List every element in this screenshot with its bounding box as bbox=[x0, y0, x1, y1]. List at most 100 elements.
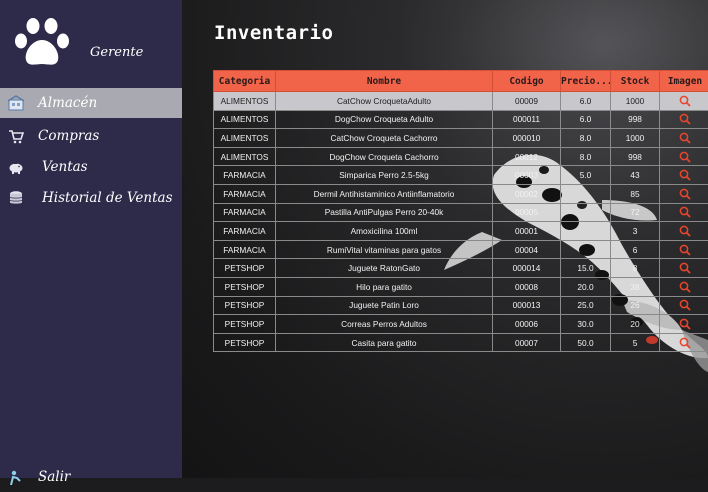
column-header-precio[interactable]: Precio... bbox=[561, 71, 611, 92]
inventory-table: Categoria Nombre Codigo Precio... Stock … bbox=[213, 70, 708, 352]
column-header-categoria[interactable]: Categoria bbox=[214, 71, 276, 92]
cell-code: 00009 bbox=[493, 92, 561, 111]
cell-stock: 998 bbox=[611, 110, 660, 129]
cell-category: FARMACIA bbox=[214, 166, 276, 185]
nav-item-historial[interactable]: Historial de Ventas bbox=[0, 183, 182, 213]
cell-imagen[interactable] bbox=[660, 166, 708, 185]
table-row[interactable]: FARMACIAAmoxicilina 100ml000013 bbox=[214, 222, 708, 241]
cell-code: 000014 bbox=[493, 259, 561, 278]
cell-imagen[interactable] bbox=[660, 129, 708, 148]
cell-imagen[interactable] bbox=[660, 110, 708, 129]
magnifier-icon[interactable] bbox=[679, 151, 691, 163]
cell-price: 5.0 bbox=[561, 166, 611, 185]
cell-price bbox=[561, 222, 611, 241]
cell-code: 00004 bbox=[493, 240, 561, 259]
table-row[interactable]: PETSHOPCorreas Perros Adultos0000630.020 bbox=[214, 315, 708, 334]
cell-code: 00002 bbox=[493, 184, 561, 203]
table-row[interactable]: FARMACIAPastilla AntiPulgas Perro 20-40k… bbox=[214, 203, 708, 222]
column-header-stock[interactable]: Stock bbox=[611, 71, 660, 92]
cell-stock: 8 bbox=[611, 259, 660, 278]
magnifier-icon[interactable] bbox=[679, 132, 691, 144]
cell-code: 00003 bbox=[493, 166, 561, 185]
sidebar: Gerente Almacén Compras Ventas Historial… bbox=[0, 0, 182, 478]
magnifier-icon[interactable] bbox=[679, 113, 691, 125]
warehouse-icon bbox=[8, 95, 24, 111]
cell-name: DogChow Croqueta Cachorro bbox=[276, 147, 493, 166]
cell-category: ALIMENTOS bbox=[214, 92, 276, 111]
cell-price: 25.0 bbox=[561, 296, 611, 315]
cell-price: 30.0 bbox=[561, 315, 611, 334]
cell-imagen[interactable] bbox=[660, 147, 708, 166]
cell-imagen[interactable] bbox=[660, 296, 708, 315]
cell-stock: 6 bbox=[611, 240, 660, 259]
table-header-row: Categoria Nombre Codigo Precio... Stock … bbox=[214, 71, 708, 92]
table-row[interactable]: PETSHOPJuguete RatonGato00001415.08 bbox=[214, 259, 708, 278]
nav-label-historial: Historial de Ventas bbox=[42, 190, 173, 206]
magnifier-icon[interactable] bbox=[679, 169, 691, 181]
cell-price: 6.0 bbox=[561, 92, 611, 111]
cell-imagen[interactable] bbox=[660, 92, 708, 111]
cell-code: 00001 bbox=[493, 222, 561, 241]
cell-name: Juguete RatonGato bbox=[276, 259, 493, 278]
logout-button[interactable]: Salir bbox=[0, 462, 182, 492]
magnifier-icon[interactable] bbox=[679, 188, 691, 200]
table-row[interactable]: PETSHOPJuguete Patin Loro00001325.026 bbox=[214, 296, 708, 315]
cell-imagen[interactable] bbox=[660, 259, 708, 278]
cell-imagen[interactable] bbox=[660, 333, 708, 352]
nav-item-ventas[interactable]: Ventas bbox=[0, 152, 182, 182]
magnifier-icon[interactable] bbox=[679, 318, 691, 330]
nav-label-compras: Compras bbox=[38, 128, 99, 144]
table-row[interactable]: FARMACIASimparica Perro 2.5-5kg000035.04… bbox=[214, 166, 708, 185]
cell-category: ALIMENTOS bbox=[214, 129, 276, 148]
magnifier-icon[interactable] bbox=[679, 299, 691, 311]
magnifier-icon[interactable] bbox=[679, 95, 691, 107]
cell-name: Juguete Patin Loro bbox=[276, 296, 493, 315]
cell-stock: 85 bbox=[611, 184, 660, 203]
magnifier-icon[interactable] bbox=[679, 225, 691, 237]
table-row[interactable]: ALIMENTOSDogChow Croqueta Adulto0000116.… bbox=[214, 110, 708, 129]
cell-price: 8.0 bbox=[561, 129, 611, 148]
nav-label-salir: Salir bbox=[38, 469, 70, 485]
cell-category: FARMACIA bbox=[214, 203, 276, 222]
cell-price: 20.0 bbox=[561, 277, 611, 296]
table-row[interactable]: ALIMENTOSCatChow Croqueta Cachorro000010… bbox=[214, 129, 708, 148]
table-row[interactable]: ALIMENTOSCatChow CroquetaAdulto000096.01… bbox=[214, 92, 708, 111]
table-row[interactable]: FARMACIADermil Antihistaminico Antiinfla… bbox=[214, 184, 708, 203]
nav-item-compras[interactable]: Compras bbox=[0, 121, 182, 151]
cell-code: 00005 bbox=[493, 203, 561, 222]
cell-imagen[interactable] bbox=[660, 240, 708, 259]
column-header-codigo[interactable]: Codigo bbox=[493, 71, 561, 92]
cell-name: CatChow CroquetaAdulto bbox=[276, 92, 493, 111]
cell-name: Dermil Antihistaminico Antiinflamatorio bbox=[276, 184, 493, 203]
cell-stock: 5 bbox=[611, 333, 660, 352]
magnifier-icon[interactable] bbox=[679, 337, 691, 349]
cell-code: 000013 bbox=[493, 296, 561, 315]
database-icon bbox=[8, 190, 24, 206]
cell-imagen[interactable] bbox=[660, 184, 708, 203]
magnifier-icon[interactable] bbox=[679, 262, 691, 274]
magnifier-icon[interactable] bbox=[679, 206, 691, 218]
cell-imagen[interactable] bbox=[660, 203, 708, 222]
cell-imagen[interactable] bbox=[660, 277, 708, 296]
cell-stock: 43 bbox=[611, 166, 660, 185]
cell-category: ALIMENTOS bbox=[214, 147, 276, 166]
cell-stock: 1000 bbox=[611, 92, 660, 111]
nav-item-almacen[interactable]: Almacén bbox=[0, 88, 182, 118]
table-row[interactable]: PETSHOPCasita para gatito0000750.05 bbox=[214, 333, 708, 352]
cell-category: ALIMENTOS bbox=[214, 110, 276, 129]
cell-stock: 3 bbox=[611, 222, 660, 241]
magnifier-icon[interactable] bbox=[679, 281, 691, 293]
table-row[interactable]: PETSHOPHilo para gatito0000820.038 bbox=[214, 277, 708, 296]
cell-category: PETSHOP bbox=[214, 296, 276, 315]
cell-imagen[interactable] bbox=[660, 222, 708, 241]
nav-label-ventas: Ventas bbox=[42, 159, 88, 175]
column-header-nombre[interactable]: Nombre bbox=[276, 71, 493, 92]
column-header-imagen[interactable]: Imagen bbox=[660, 71, 708, 92]
table-row[interactable]: ALIMENTOSDogChow Croqueta Cachorro000128… bbox=[214, 147, 708, 166]
cell-imagen[interactable] bbox=[660, 315, 708, 334]
table-row[interactable]: FARMACIARumiVital vitaminas para gatos00… bbox=[214, 240, 708, 259]
cell-stock: 1000 bbox=[611, 129, 660, 148]
magnifier-icon[interactable] bbox=[679, 244, 691, 256]
paw-logo-icon bbox=[12, 16, 74, 68]
cell-category: PETSHOP bbox=[214, 333, 276, 352]
